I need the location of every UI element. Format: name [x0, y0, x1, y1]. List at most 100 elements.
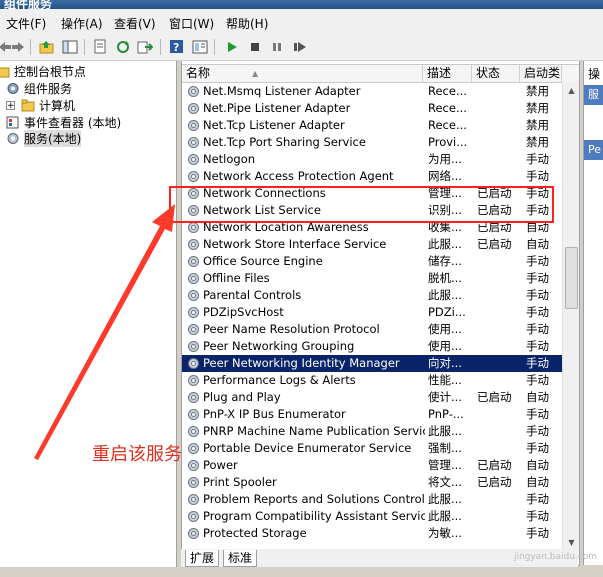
tab-extended[interactable]: 扩展 — [185, 550, 220, 567]
export-icon[interactable] — [136, 38, 153, 55]
service-description: 识别... — [428, 203, 462, 217]
service-row[interactable]: PnP-X IP Bus Enumerator PnP-... 手动 — [182, 406, 562, 423]
service-name: Power — [187, 457, 425, 474]
service-gear-icon — [187, 238, 200, 251]
service-row[interactable]: Network Location Awareness 收集... 已启动 自动 — [182, 219, 562, 236]
service-gear-icon — [187, 510, 200, 523]
service-name: Portable Device Enumerator Service — [187, 440, 425, 457]
service-row[interactable]: PNRP Machine Name Publication Service 此服.… — [182, 423, 562, 440]
menu-window[interactable]: 窗口(W) — [169, 15, 214, 32]
expand-icon[interactable]: + — [6, 101, 15, 111]
service-row[interactable]: Protected Storage 为敏... 手动 — [182, 525, 562, 542]
service-description: 网络... — [428, 169, 462, 183]
service-row[interactable]: Peer Name Resolution Protocol 使用... 手动 — [182, 321, 562, 338]
service-startup-type: 手动 — [526, 169, 549, 183]
forward-arrow-icon[interactable] — [9, 38, 26, 55]
service-startup-type: 手动 — [526, 186, 549, 200]
service-row[interactable]: Network List Service 识别... 已启动 手动 — [182, 202, 562, 219]
folder-up-icon[interactable] — [38, 38, 55, 55]
service-name: Peer Networking Grouping — [187, 338, 425, 355]
help-icon[interactable]: ? — [168, 38, 185, 55]
service-row[interactable]: Performance Logs & Alerts 性能... 手动 — [182, 372, 562, 389]
service-gear-icon — [187, 102, 200, 115]
service-name: Net.Tcp Listener Adapter — [187, 117, 425, 134]
service-row[interactable]: Plug and Play 使计... 已启动 自动 — [182, 389, 562, 406]
tree-item-services-local[interactable]: 服务(本地) — [6, 130, 82, 147]
column-name[interactable]: 名称 ▲ — [182, 65, 423, 82]
service-startup-type: 禁用 — [526, 101, 549, 115]
tree-root[interactable]: 控制台根节点 — [0, 63, 86, 80]
service-gear-icon — [187, 391, 200, 404]
service-gear-icon — [187, 493, 200, 506]
service-name: Plug and Play — [187, 389, 425, 406]
menu-action[interactable]: 操作(A) — [61, 15, 103, 32]
service-row[interactable]: Net.Pipe Listener Adapter Rece... 禁用 — [182, 100, 562, 117]
service-name: Net.Msmq Listener Adapter — [187, 83, 425, 100]
tree-item-computers[interactable]: + 计算机 — [6, 97, 75, 114]
service-description: 管理... — [428, 186, 462, 200]
service-description: 为敏... — [428, 526, 462, 540]
service-row[interactable]: Network Store Interface Service 此服... 已启动自… — [182, 236, 562, 253]
refresh-icon[interactable] — [114, 38, 131, 55]
service-row[interactable]: Print Spooler 将文... 已启动 自动 — [182, 474, 562, 491]
service-row[interactable]: Peer Networking Identity Manager 向对... 手动 — [182, 355, 562, 372]
tab-standard[interactable]: 标准 — [223, 550, 258, 567]
service-startup-type: 手动 — [526, 492, 549, 506]
service-gear-icon — [187, 306, 200, 319]
view-icon[interactable] — [191, 38, 208, 55]
service-name: Office Source Engine — [187, 253, 425, 270]
service-row[interactable]: Power 管理... 已启动 自动 — [182, 457, 562, 474]
service-row[interactable]: Parental Controls 此服... 手动 — [182, 287, 562, 304]
start-icon[interactable] — [223, 38, 240, 55]
service-gear-icon — [187, 204, 200, 217]
pause-icon[interactable] — [268, 38, 285, 55]
service-row[interactable]: Program Compatibility Assistant Service 此… — [182, 508, 562, 525]
column-description[interactable]: 描述 — [423, 65, 472, 82]
menu-file[interactable]: 文件(F) — [6, 15, 46, 32]
actions-section-services[interactable]: 服 — [584, 85, 603, 105]
service-description: 此服... — [428, 424, 462, 438]
scroll-thumb[interactable] — [565, 247, 578, 309]
show-tree-icon[interactable] — [61, 38, 78, 55]
annotation-text: 重启该服务 — [92, 444, 182, 465]
service-description: 收集... — [428, 220, 462, 234]
service-description: PnP-... — [428, 407, 464, 421]
service-gear-icon — [187, 255, 200, 268]
service-description: 此服... — [428, 288, 462, 302]
column-startup-type[interactable]: 启动类 — [520, 65, 562, 82]
stop-icon[interactable] — [246, 38, 263, 55]
service-row[interactable]: Office Source Engine 储存... 手动 — [182, 253, 562, 270]
restart-icon[interactable] — [291, 38, 308, 55]
service-gear-icon — [187, 119, 200, 132]
tree-item-event-viewer[interactable]: 事件查看器 (本地) — [6, 114, 121, 131]
properties-icon[interactable] — [91, 38, 108, 55]
service-row[interactable]: Offline Files 脱机... 手动 — [182, 270, 562, 287]
service-row[interactable]: Net.Msmq Listener Adapter Rece... 禁用 — [182, 83, 562, 100]
service-row[interactable]: Net.Tcp Listener Adapter Rece... 禁用 — [182, 117, 562, 134]
service-row[interactable]: Network Connections 管理... 已启动 手动 — [182, 185, 562, 202]
column-status[interactable]: 状态 — [472, 65, 520, 82]
service-name: Net.Tcp Port Sharing Service — [187, 134, 425, 151]
service-description: 储存... — [428, 254, 462, 268]
service-row[interactable]: Network Access Protection Agent 网络... 手动 — [182, 168, 562, 185]
service-startup-type: 手动 — [526, 509, 549, 523]
service-startup-type: 手动 — [526, 356, 549, 370]
menu-bar: 文件(F) 操作(A) 查看(V) 窗口(W) 帮助(H) — [0, 9, 603, 36]
service-gear-icon — [187, 153, 200, 166]
tree-item-component-services[interactable]: 组件服务 — [6, 80, 72, 97]
services-list-pane: 名称 ▲ 描述 状态 启动类 Net.Msmq Listener Adapter… — [181, 61, 580, 566]
service-row[interactable]: Netlogon 为用... 手动 — [182, 151, 562, 168]
menu-help[interactable]: 帮助(H) — [226, 15, 268, 32]
service-startup-type: 手动 — [526, 373, 549, 387]
service-row[interactable]: Net.Tcp Port Sharing Service Provi... 禁用 — [182, 134, 562, 151]
service-row[interactable]: Problem Reports and Solutions Control Pa… — [182, 491, 562, 508]
scroll-up-icon[interactable]: ▲ — [563, 82, 579, 99]
service-row[interactable]: PDZipSvcHost PDZi... 手动 — [182, 304, 562, 321]
tree-pane: 控制台根节点 组件服务 + 计算机 事件查看器 (本地) 服务(本地) — [0, 61, 177, 577]
service-row[interactable]: Peer Networking Grouping 使用... 手动 — [182, 338, 562, 355]
vertical-scrollbar[interactable]: ▲ ▼ — [562, 82, 579, 551]
menu-view[interactable]: 查看(V) — [114, 15, 156, 32]
service-row[interactable]: Portable Device Enumerator Service 强制... 手… — [182, 440, 562, 457]
service-description: 脱机... — [428, 271, 462, 285]
actions-section-peer[interactable]: Pe — [584, 140, 603, 160]
